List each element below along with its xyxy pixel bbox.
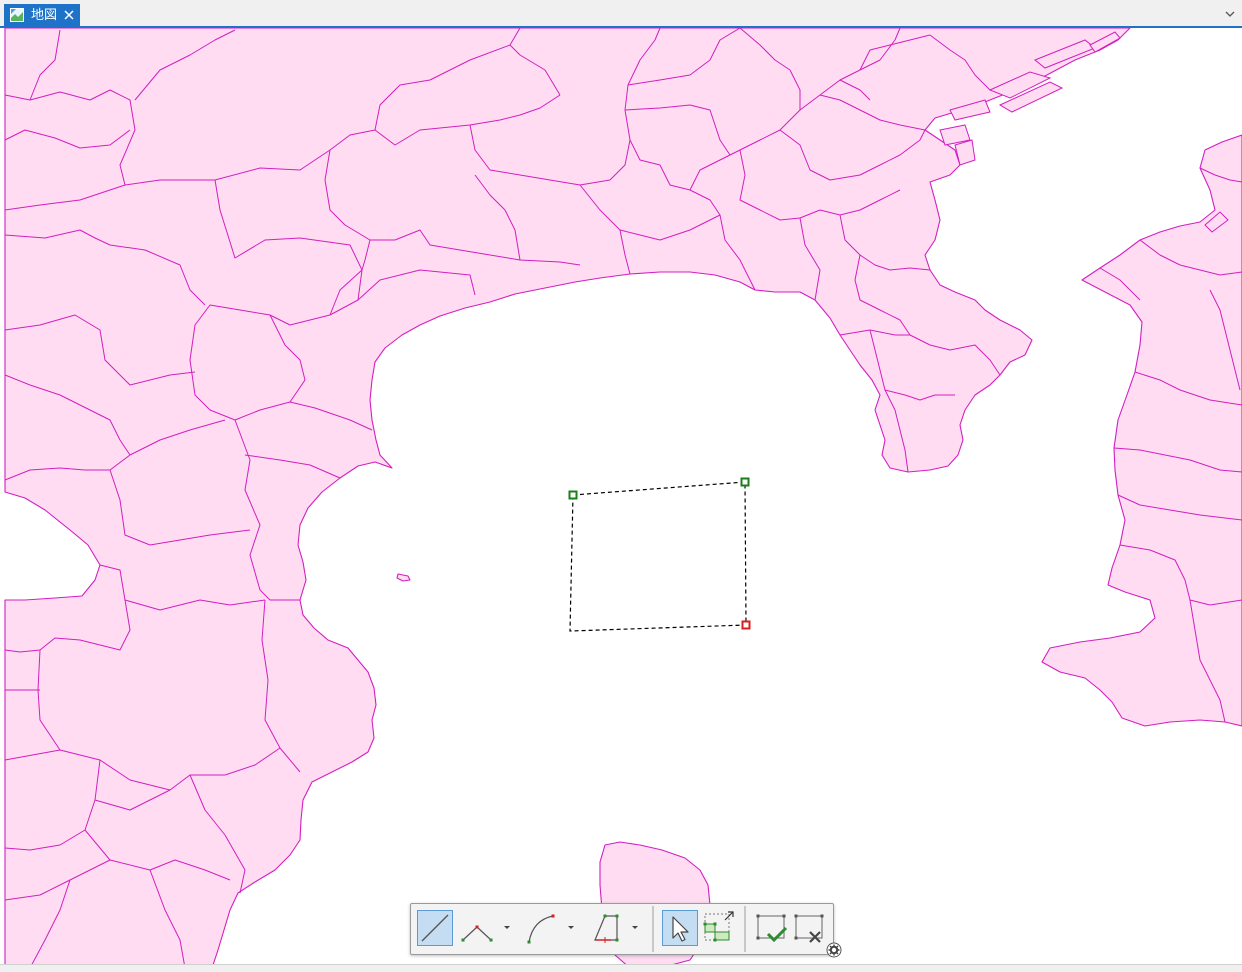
map-canvas[interactable] — [0, 28, 1242, 968]
toolbar-divider — [744, 906, 746, 952]
finish-icon — [756, 914, 788, 943]
sketch-vertex[interactable] — [740, 477, 750, 487]
chevron-down-icon[interactable] — [566, 924, 576, 932]
close-icon[interactable] — [62, 8, 76, 22]
chevron-down-icon[interactable] — [1224, 8, 1236, 20]
tab-bar: 地図 — [0, 0, 1242, 28]
tab-label: 地図 — [31, 8, 58, 23]
pointer-icon — [672, 916, 689, 942]
edit-vertices-button[interactable] — [701, 910, 737, 946]
line-icon — [421, 914, 449, 942]
edit-vertices-icon — [703, 911, 734, 942]
chevron-down-icon[interactable] — [630, 924, 640, 932]
cancel-sketch-button[interactable] — [792, 910, 828, 946]
line-tool-button[interactable] — [417, 910, 453, 946]
vertex-tool-button[interactable] — [459, 910, 495, 946]
sketch-end-vertex[interactable] — [741, 620, 751, 630]
map-icon — [10, 8, 24, 22]
tab-map[interactable]: 地図 — [4, 4, 80, 26]
chevron-down-icon[interactable] — [502, 924, 512, 932]
arc-tool-button[interactable] — [523, 910, 559, 946]
right-angle-icon — [594, 914, 619, 943]
sketch-vertex[interactable] — [568, 490, 578, 500]
gear-icon[interactable] — [826, 942, 842, 958]
toolbar-divider — [652, 906, 654, 952]
select-tool-button[interactable] — [662, 910, 698, 946]
vertex-icon — [461, 925, 493, 942]
sketch-toolbar — [410, 903, 834, 955]
right-angle-tool-button[interactable] — [587, 910, 623, 946]
finish-sketch-button[interactable] — [754, 910, 790, 946]
arc-icon — [527, 914, 555, 944]
cancel-icon — [794, 914, 824, 943]
